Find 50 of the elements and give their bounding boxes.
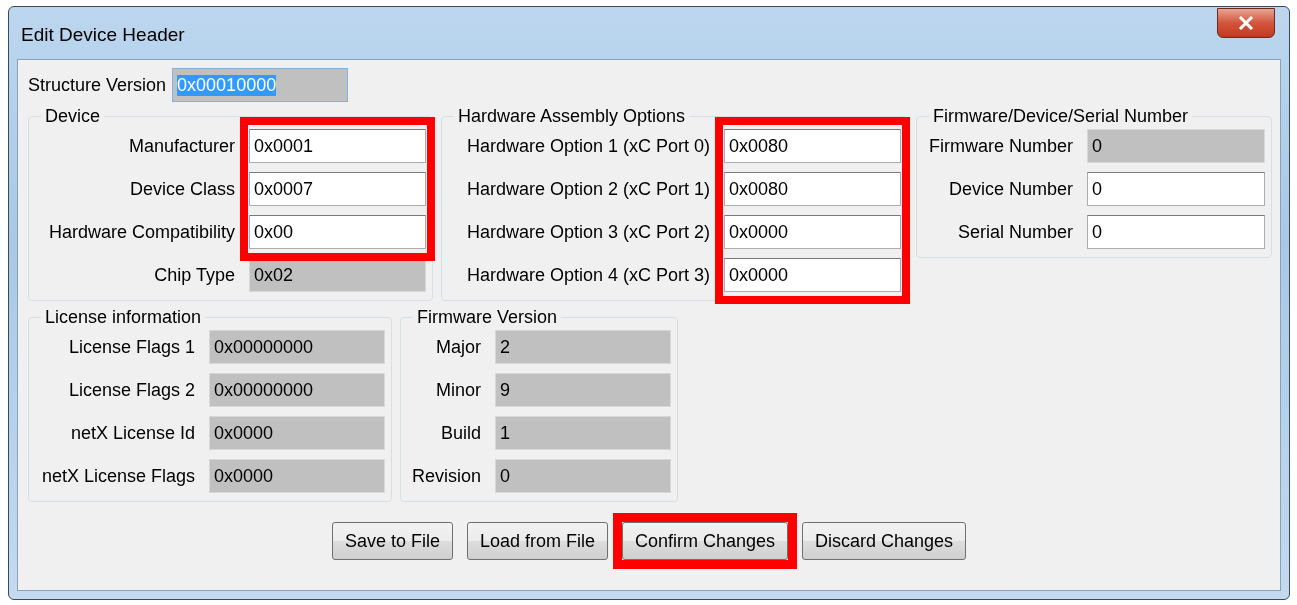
field-label: Revision bbox=[410, 465, 481, 487]
field-label: netX License Id bbox=[69, 422, 195, 444]
input-field[interactable]: 0x0080 bbox=[724, 129, 901, 163]
close-icon bbox=[1238, 16, 1254, 30]
field-label: License Flags 1 bbox=[67, 336, 195, 358]
field-label: Firmware Number bbox=[927, 135, 1073, 157]
group-title: Firmware/Device/Serial Number bbox=[932, 106, 1190, 127]
readonly-field[interactable]: 9 bbox=[495, 373, 671, 407]
field-label: Device Class bbox=[128, 178, 235, 200]
dialog-button[interactable]: Save to File bbox=[331, 522, 453, 560]
input-field[interactable]: 0x0007 bbox=[249, 172, 426, 206]
readonly-field[interactable]: 0 bbox=[495, 459, 671, 493]
field-label: License Flags 2 bbox=[67, 379, 195, 401]
field-label: netX License Flags bbox=[40, 465, 195, 487]
group-title: Device bbox=[44, 106, 102, 127]
readonly-field[interactable]: 1 bbox=[495, 416, 671, 450]
dialog-button[interactable]: Load from File bbox=[466, 522, 608, 560]
field-label: Manufacturer bbox=[127, 135, 235, 157]
input-field[interactable]: 0x00 bbox=[249, 215, 426, 249]
window-title: Edit Device Header bbox=[21, 23, 185, 46]
field-label: Hardware Option 4 (xC Port 3) bbox=[465, 264, 710, 286]
group-title: License information bbox=[44, 307, 203, 328]
input-field[interactable]: 0x0000 bbox=[724, 215, 901, 249]
readonly-field[interactable]: 0x0000 bbox=[209, 459, 385, 493]
field-label: Build bbox=[439, 422, 481, 444]
field-label: Hardware Compatibility bbox=[47, 221, 235, 243]
close-button[interactable] bbox=[1217, 8, 1275, 38]
field-label: Structure Version bbox=[28, 74, 167, 96]
dialog-button[interactable]: Discard Changes bbox=[802, 522, 967, 560]
field-label: Serial Number bbox=[956, 221, 1073, 243]
readonly-field[interactable]: 0 bbox=[1087, 129, 1265, 163]
field-label: Minor bbox=[435, 379, 481, 401]
dialog-button[interactable]: Confirm Changes bbox=[622, 522, 789, 560]
field-label: Hardware Option 3 (xC Port 2) bbox=[465, 221, 710, 243]
readonly-field[interactable]: 0x00000000 bbox=[209, 373, 385, 407]
field-label: Major bbox=[435, 336, 481, 358]
readonly-field[interactable]: 2 bbox=[495, 330, 671, 364]
readonly-field[interactable]: 0x00000000 bbox=[209, 330, 385, 364]
input-field[interactable]: 0x0001 bbox=[249, 129, 426, 163]
input-field[interactable]: 0 bbox=[1087, 172, 1265, 206]
field-label: Hardware Option 1 (xC Port 0) bbox=[465, 135, 710, 157]
field-label: Device Number bbox=[947, 178, 1073, 200]
field-label: Chip Type bbox=[153, 264, 235, 286]
field-label: Hardware Option 2 (xC Port 1) bbox=[465, 178, 710, 200]
input-field[interactable]: 0x0080 bbox=[724, 172, 901, 206]
input-field[interactable]: 0x0000 bbox=[724, 258, 901, 292]
input-field[interactable]: 0 bbox=[1087, 215, 1265, 249]
readonly-field[interactable]: 0x0000 bbox=[209, 416, 385, 450]
group-title: Hardware Assembly Options bbox=[457, 106, 687, 127]
group-title: Firmware Version bbox=[416, 307, 559, 328]
